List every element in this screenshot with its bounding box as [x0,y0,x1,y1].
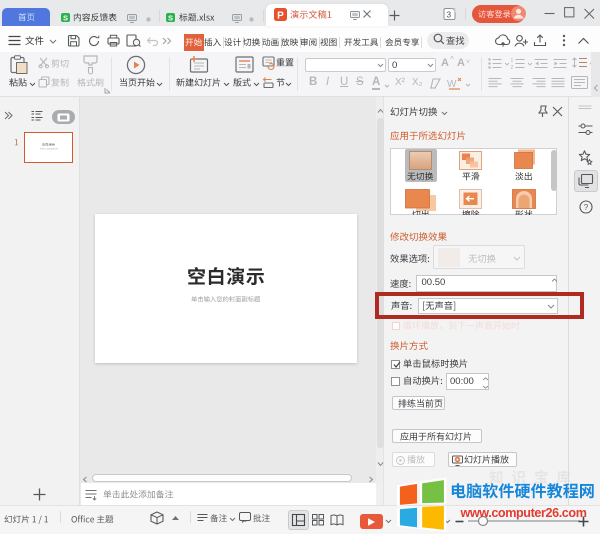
svg-text:P: P [277,11,284,22]
svg-text:S: S [63,13,68,22]
svg-text:W: W [447,79,457,90]
svg-text:2: 2 [511,65,514,71]
svg-text:1: 1 [511,58,514,64]
svg-text:S: S [168,13,173,22]
svg-text:3: 3 [447,10,452,19]
svg-text:?: ? [584,203,589,212]
